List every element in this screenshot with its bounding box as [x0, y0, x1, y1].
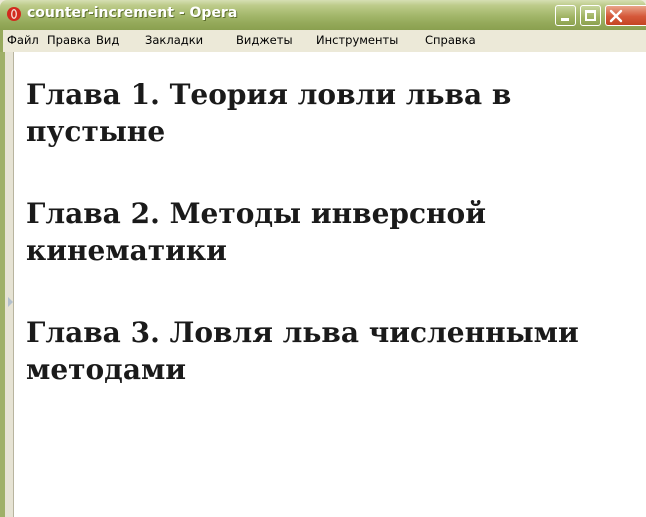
- close-button[interactable]: [605, 5, 646, 26]
- chapter-number: 3: [131, 316, 170, 349]
- chapter-number: 2: [131, 197, 170, 230]
- title-bar[interactable]: counter-increment - Opera: [0, 0, 646, 30]
- menu-bookmarks[interactable]: Закладки: [145, 33, 203, 47]
- browser-window: counter-increment - Opera Файл Правка Ви…: [0, 0, 646, 517]
- menu-bar: Файл Правка Вид Закладки Виджеты Инструм…: [0, 30, 646, 52]
- chapter-heading: Глава 2Методы инверсной кинематики: [26, 195, 586, 269]
- menu-file[interactable]: Файл: [7, 33, 39, 47]
- window-title: counter-increment - Opera: [27, 5, 238, 21]
- opera-icon: [7, 7, 21, 21]
- menu-help[interactable]: Справка: [425, 33, 476, 47]
- menu-widgets[interactable]: Виджеты: [236, 33, 293, 47]
- chapter-heading: Глава 3Ловля льва численными методами: [26, 314, 586, 388]
- menu-edit[interactable]: Правка: [47, 33, 91, 47]
- chapter-heading: Глава 1Теория ловли льва в пустыне: [26, 76, 586, 150]
- chapter-prefix: Глава: [26, 197, 121, 230]
- maximize-icon: [585, 10, 596, 21]
- minimize-icon: [561, 18, 569, 21]
- menu-view[interactable]: Вид: [96, 33, 119, 47]
- panel-toggle-strip[interactable]: [5, 52, 14, 517]
- menu-tools[interactable]: Инструменты: [316, 33, 398, 47]
- panel-toggle-arrow-icon[interactable]: [8, 297, 13, 307]
- chapter-number: 1: [131, 78, 170, 111]
- chapter-prefix: Глава: [26, 78, 121, 111]
- minimize-button[interactable]: [555, 5, 576, 26]
- close-icon: [609, 9, 623, 23]
- maximize-button[interactable]: [580, 5, 601, 26]
- chapter-prefix: Глава: [26, 316, 121, 349]
